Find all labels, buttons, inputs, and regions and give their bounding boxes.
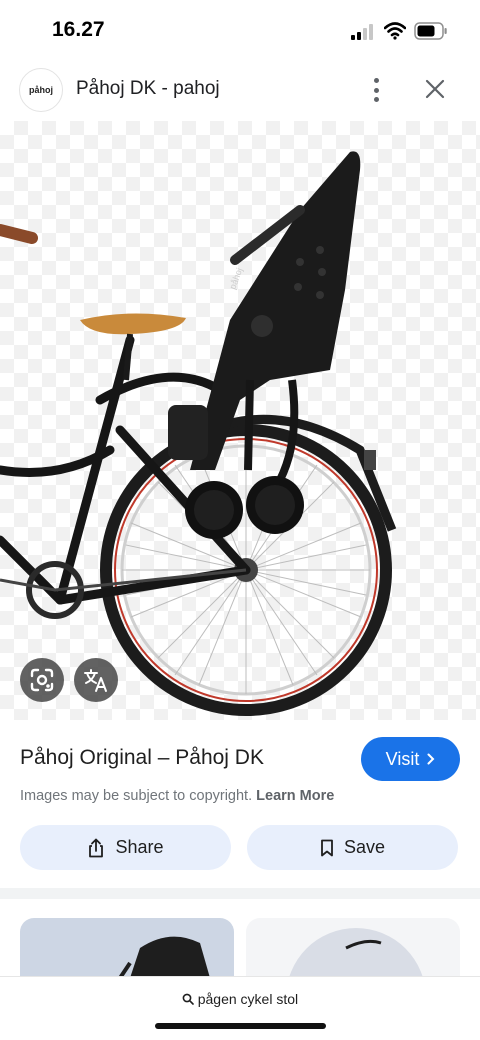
lens-icon xyxy=(30,668,54,692)
cellular-signal-icon xyxy=(351,24,373,40)
visit-button[interactable]: Visit xyxy=(361,737,460,781)
bottom-search-bar[interactable] xyxy=(0,976,480,1040)
bookmark-icon xyxy=(321,839,333,856)
share-button[interactable]: Share xyxy=(20,825,231,870)
visit-label: Visit xyxy=(385,748,420,769)
related-image-thumbnail[interactable] xyxy=(246,918,460,978)
result-title[interactable]: Påhoj Original – Påhoj DK xyxy=(20,746,264,770)
translate-icon xyxy=(84,669,107,692)
more-vert-icon xyxy=(373,78,379,83)
bike-seat-illustration: påhoj xyxy=(0,151,397,716)
battery-icon xyxy=(414,22,447,40)
copyright-notice: Images may be subject to copyright. Lear… xyxy=(20,788,334,804)
save-label: Save xyxy=(343,837,386,857)
search-query[interactable]: pågen cykel stol xyxy=(0,991,480,1007)
site-logo-text: påhoj xyxy=(29,85,53,95)
close-icon[interactable] xyxy=(423,77,447,101)
related-image-thumbnail[interactable] xyxy=(20,918,234,978)
translate-button[interactable] xyxy=(74,658,118,702)
chevron-right-icon xyxy=(427,753,435,765)
save-button[interactable]: Save xyxy=(247,825,458,870)
related-image xyxy=(288,928,424,978)
related-image xyxy=(118,936,210,978)
home-indicator[interactable] xyxy=(155,1023,326,1029)
seat-brand-text: påhoj xyxy=(227,267,244,291)
share-label: Share xyxy=(115,837,164,857)
copyright-text: Images may be subject to copyright. xyxy=(20,788,253,804)
status-time: 16.27 xyxy=(52,18,105,41)
section-divider xyxy=(0,888,480,899)
page-title[interactable]: Påhoj DK - pahoj xyxy=(76,78,220,100)
search-icon xyxy=(182,993,194,1005)
wifi-icon xyxy=(384,22,406,40)
more-options-button[interactable] xyxy=(366,76,386,104)
share-icon xyxy=(89,838,104,857)
site-logo[interactable]: påhoj xyxy=(19,68,63,112)
lens-button[interactable] xyxy=(20,658,64,702)
search-query-text: pågen cykel stol xyxy=(197,991,299,1007)
learn-more-link[interactable]: Learn More xyxy=(256,788,334,804)
result-image[interactable]: påhoj xyxy=(0,121,480,720)
